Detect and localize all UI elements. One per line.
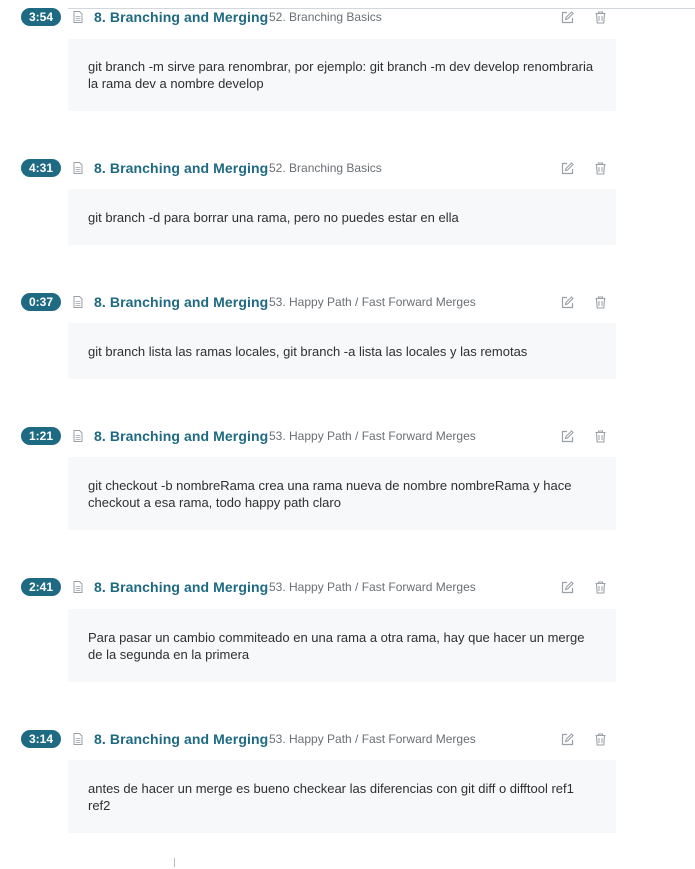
timestamp-badge[interactable]: 4:31	[21, 159, 61, 177]
trash-icon[interactable]	[595, 430, 606, 443]
doc-icon	[73, 296, 83, 308]
doc-icon	[73, 733, 83, 745]
doc-icon	[73, 581, 83, 593]
section-title: 8. Branching and Merging	[94, 579, 269, 595]
note-body: git branch -d para borrar una rama, pero…	[68, 189, 616, 245]
lecture-title: 53. Happy Path / Fast Forward Merges	[269, 295, 476, 309]
doc-icon	[73, 162, 83, 174]
timestamp-badge[interactable]: 2:41	[21, 578, 61, 596]
edit-icon[interactable]	[561, 296, 574, 309]
lecture-title: 52. Branching Basics	[269, 10, 382, 24]
trash-icon[interactable]	[595, 581, 606, 594]
section-title: 8. Branching and Merging	[94, 428, 269, 444]
note-body: git checkout -b nombreRama crea una rama…	[68, 457, 616, 530]
note-body: git branch lista las ramas locales, git …	[68, 323, 616, 379]
lecture-title: 53. Happy Path / Fast Forward Merges	[269, 732, 476, 746]
section-title: 8. Branching and Merging	[94, 294, 269, 310]
trash-icon[interactable]	[595, 11, 606, 24]
edit-icon[interactable]	[561, 733, 574, 746]
section-title: 8. Branching and Merging	[94, 160, 269, 176]
note-body: antes de hacer un merge es bueno checkea…	[68, 760, 616, 833]
lecture-title: 53. Happy Path / Fast Forward Merges	[269, 429, 476, 443]
timestamp-badge[interactable]: 3:54	[21, 8, 61, 26]
section-title: 8. Branching and Merging	[94, 9, 269, 25]
trash-icon[interactable]	[595, 162, 606, 175]
trash-icon[interactable]	[595, 296, 606, 309]
timestamp-badge[interactable]: 3:14	[21, 730, 61, 748]
trash-icon[interactable]	[595, 733, 606, 746]
doc-icon	[73, 11, 83, 23]
text-caret	[174, 858, 175, 867]
note-body: Para pasar un cambio commiteado en una r…	[68, 609, 616, 682]
edit-icon[interactable]	[561, 162, 574, 175]
section-title: 8. Branching and Merging	[94, 731, 269, 747]
timestamp-badge[interactable]: 1:21	[21, 427, 61, 445]
doc-icon	[73, 430, 83, 442]
edit-icon[interactable]	[561, 581, 574, 594]
lecture-title: 52. Branching Basics	[269, 161, 382, 175]
note-body: git branch -m sirve para renombrar, por …	[68, 39, 616, 111]
timestamp-badge[interactable]: 0:37	[21, 293, 61, 311]
edit-icon[interactable]	[561, 430, 574, 443]
lecture-title: 53. Happy Path / Fast Forward Merges	[269, 580, 476, 594]
edit-icon[interactable]	[561, 11, 574, 24]
